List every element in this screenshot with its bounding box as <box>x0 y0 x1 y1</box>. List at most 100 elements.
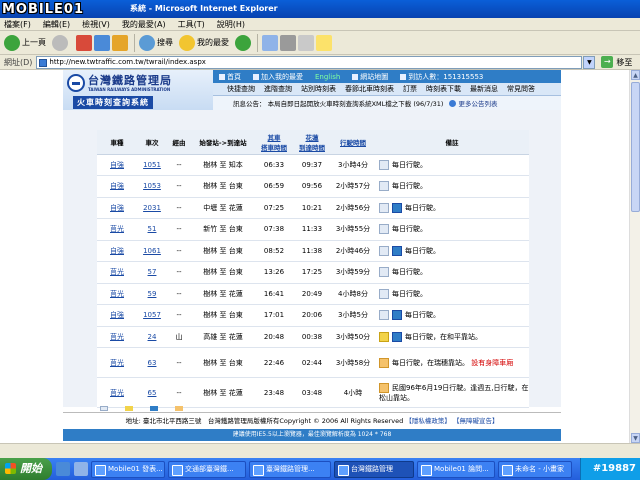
cell-train-type[interactable]: 莒光 <box>97 347 137 378</box>
history-icon[interactable] <box>235 34 251 51</box>
go-button[interactable]: → 移至 <box>601 56 632 68</box>
nav-english[interactable]: English <box>315 73 340 81</box>
cell-train-no[interactable]: 1051 <box>137 154 167 176</box>
privacy-link[interactable]: 【隱私權政策】 <box>405 417 451 425</box>
cell-note: 每日行駛。 <box>375 175 529 198</box>
subnav-station-timetable[interactable]: 站別時刻表 <box>301 84 336 94</box>
col-arrive[interactable]: 花蓮 到達時間 <box>293 130 331 155</box>
more-announcements-label: 更多公告列表 <box>458 100 498 108</box>
note-accessible-car: 設有身障車廂 <box>471 358 514 367</box>
more-announcements-link[interactable]: 更多公告列表 <box>449 98 497 108</box>
cell-note: 每日行駛。 <box>375 261 529 284</box>
quicklaunch-desktop-icon[interactable] <box>74 462 88 476</box>
search-label: 搜尋 <box>157 38 173 47</box>
info-icon <box>379 267 389 278</box>
cell-train-type[interactable]: 莒光 <box>97 326 137 348</box>
cell-train-type[interactable]: 自強 <box>97 154 137 176</box>
subnav-booking[interactable]: 訂票 <box>403 84 417 94</box>
cell-train-type[interactable]: 自強 <box>97 175 137 198</box>
scroll-up-icon[interactable]: ▲ <box>631 70 640 80</box>
site-logo[interactable]: 台灣鐵路管理局 TAIWAN RAILWAYS ADMINISTRATION 火… <box>63 70 213 110</box>
nav-add-favorite[interactable]: 加入我的最愛 <box>253 72 303 82</box>
taskbar-item[interactable]: Mobile01 論問... <box>417 460 495 478</box>
quicklaunch-ie-icon[interactable] <box>56 462 70 476</box>
taskbar-item[interactable]: 未命名 - 小畫家 <box>498 460 572 478</box>
accessibility-link[interactable]: 【無障礙宣告】 <box>453 417 499 425</box>
bento-icon <box>379 382 389 393</box>
cell-arrive: 10:21 <box>293 197 331 219</box>
cell-train-type[interactable]: 莒光 <box>97 261 137 284</box>
cell-train-type[interactable]: 自強 <box>97 304 137 327</box>
cell-train-no[interactable]: 2031 <box>137 197 167 219</box>
cell-train-no[interactable]: 59 <box>137 283 167 305</box>
taskbar-item[interactable]: 台灣鐵路管理 <box>334 460 414 478</box>
cell-train-no[interactable]: 1061 <box>137 240 167 262</box>
subnav-news[interactable]: 最新消息 <box>470 84 498 94</box>
cell-train-no[interactable]: 24 <box>137 326 167 348</box>
print-icon[interactable] <box>280 34 296 51</box>
mail-icon[interactable] <box>262 34 278 51</box>
cell-depart: 23:48 <box>255 377 293 408</box>
footer-browser-note: 建議使用IE5.5以上瀏覽器，最佳瀏覽解析度為 1024 * 768 <box>63 429 561 441</box>
subnav-download[interactable]: 時刻表下載 <box>426 84 461 94</box>
announcement-text[interactable]: 訊息公告： 本局自即日起開放火車時刻查詢系統XML檔之下載 (96/7/31) <box>233 98 443 108</box>
col-train-no: 車次 <box>137 130 167 155</box>
edit-icon[interactable] <box>298 34 314 51</box>
cell-train-type[interactable]: 莒光 <box>97 283 137 305</box>
forward-button[interactable] <box>52 34 70 51</box>
subnav-faq[interactable]: 常見問答 <box>507 84 535 94</box>
cell-train-type[interactable]: 莒光 <box>97 218 137 241</box>
address-dropdown[interactable]: ▼ <box>583 55 596 69</box>
back-label: 上一頁 <box>22 38 46 47</box>
table-header-row: 車種 車次 經由 始發站->到達站 其車 搭車時間 花蓮 到達時間 行駛時間 備註 <box>97 130 529 155</box>
cell-train-no[interactable]: 63 <box>137 347 167 378</box>
col-duration[interactable]: 行駛時間 <box>331 130 375 155</box>
menu-favorites[interactable]: 我的最愛(A) <box>122 19 166 30</box>
cell-via: -- <box>167 218 191 241</box>
subnav-spring-timetable[interactable]: 春節北車時刻表 <box>345 84 394 94</box>
vertical-scrollbar[interactable]: ▲ ▼ <box>629 70 640 443</box>
cell-note: 民國96年6月19日行駛。逢週五,日行駛，在松山靠站。 <box>375 377 529 408</box>
cell-duration: 3小時50分 <box>331 326 375 348</box>
cell-train-type[interactable]: 自強 <box>97 240 137 262</box>
nav-home[interactable]: 首頁 <box>219 72 241 82</box>
start-button[interactable]: 開始 <box>0 458 52 480</box>
menu-edit[interactable]: 編輯(E) <box>43 19 70 30</box>
cell-train-type[interactable]: 莒光 <box>97 377 137 408</box>
home-icon[interactable] <box>112 34 128 51</box>
cell-train-no[interactable]: 1057 <box>137 304 167 327</box>
subnav-quick-query[interactable]: 快捷查詢 <box>227 84 255 94</box>
menu-bar: 檔案(F) 編輯(E) 檢視(V) 我的最愛(A) 工具(T) 說明(H) <box>0 18 640 31</box>
col-depart[interactable]: 其車 搭車時間 <box>255 130 293 155</box>
cell-train-no[interactable]: 51 <box>137 218 167 241</box>
subnav-advanced-query[interactable]: 進階查詢 <box>264 84 292 94</box>
info-icon <box>379 310 389 321</box>
taskbar-item[interactable]: 臺灣鐵路管理... <box>249 460 331 478</box>
cell-route: 高雄 至 花蓮 <box>191 326 255 348</box>
menu-help[interactable]: 說明(H) <box>217 19 245 30</box>
taskbar-item[interactable]: Mobile01 發表... <box>91 460 165 478</box>
back-button[interactable]: 上一頁 <box>4 34 46 51</box>
menu-tools[interactable]: 工具(T) <box>178 19 205 30</box>
nav-sitemap[interactable]: 網站地圖 <box>352 72 388 82</box>
cell-train-no[interactable]: 57 <box>137 261 167 284</box>
refresh-icon[interactable] <box>94 34 110 51</box>
timetable-panel: 車種 車次 經由 始發站->到達站 其車 搭車時間 花蓮 到達時間 行駛時間 備註 … <box>63 110 561 408</box>
cell-train-no[interactable]: 65 <box>137 377 167 408</box>
nav-add-favorite-label: 加入我的最愛 <box>261 72 303 81</box>
scroll-thumb[interactable] <box>631 82 640 212</box>
cell-train-no[interactable]: 1053 <box>137 175 167 198</box>
cell-duration: 3小時59分 <box>331 261 375 284</box>
stop-icon[interactable] <box>76 34 92 51</box>
messenger-icon[interactable] <box>316 34 332 51</box>
menu-file[interactable]: 檔案(F) <box>4 19 31 30</box>
url-input[interactable]: http://new.twtraffic.com.tw/twrail/index… <box>36 55 583 69</box>
taskbar-item[interactable]: 交通部臺灣鐵... <box>168 460 246 478</box>
cell-train-type[interactable]: 自強 <box>97 197 137 219</box>
scroll-down-icon[interactable]: ▼ <box>631 433 640 443</box>
search-button[interactable]: 搜尋 <box>139 34 173 51</box>
menu-view[interactable]: 檢視(V) <box>82 19 110 30</box>
cell-note: 每日行駛，在瑞穗靠站。 設有身障車廂 <box>375 347 529 378</box>
favorites-button[interactable]: 我的最愛 <box>179 34 229 51</box>
cell-duration: 3小時4分 <box>331 154 375 176</box>
